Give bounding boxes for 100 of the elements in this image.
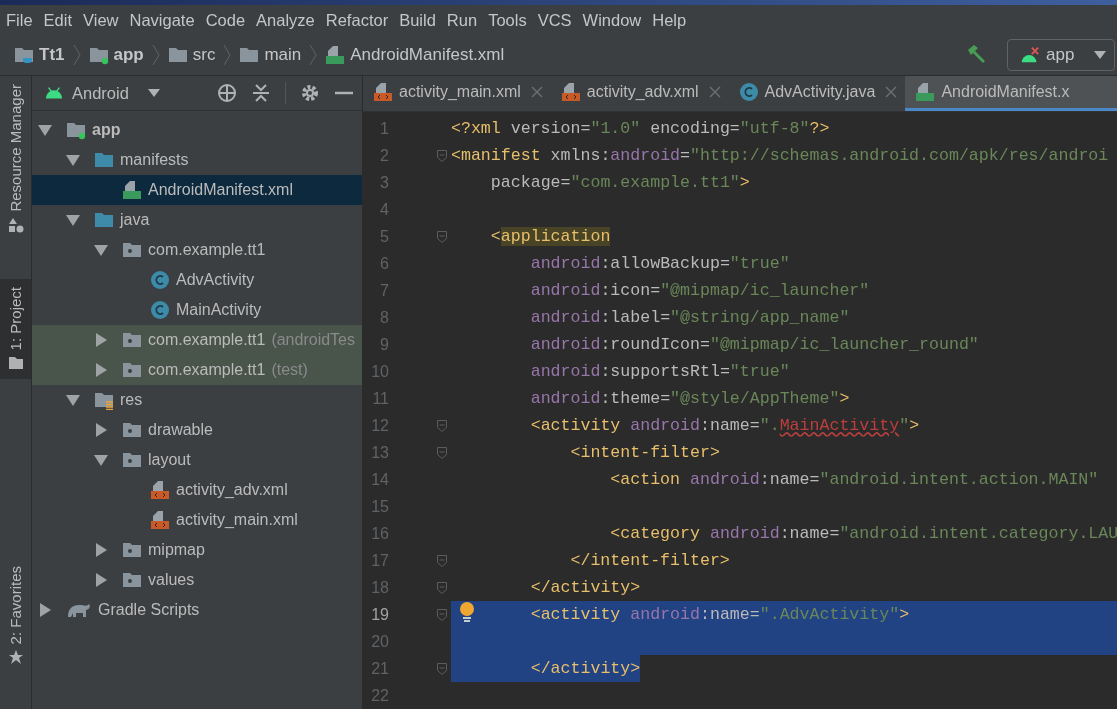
- tree-item[interactable]: Gradle Scripts: [32, 595, 362, 625]
- package-folder-icon: [122, 240, 142, 260]
- tree-item[interactable]: com.example.tt1 (androidTes: [32, 325, 362, 355]
- tree-item-label: res: [120, 391, 143, 409]
- breadcrumb[interactable]: src: [167, 45, 216, 65]
- menu-item[interactable]: Build: [399, 10, 436, 30]
- menu-item[interactable]: File: [6, 10, 33, 30]
- line-number: 13: [370, 443, 389, 462]
- code-line: </activity>: [530, 659, 641, 678]
- menu-item[interactable]: Analyze: [256, 10, 315, 30]
- close-icon[interactable]: [885, 86, 898, 98]
- tool-window-tab[interactable]: 2: Favorites: [0, 557, 31, 673]
- expanded-arrow-icon[interactable]: [66, 153, 80, 167]
- menu-item[interactable]: VCS: [537, 10, 572, 30]
- tree-item[interactable]: drawable: [32, 415, 362, 445]
- code-line: <action android:name="android.intent.action.MAIN": [610, 470, 1099, 489]
- tree-item[interactable]: app: [32, 115, 362, 145]
- tree-item[interactable]: layout: [32, 445, 362, 475]
- collapse-all-icon[interactable]: [251, 83, 271, 103]
- xml-file-icon: [150, 480, 170, 500]
- folder-icon: [7, 354, 24, 371]
- breadcrumb[interactable]: AndroidManifest.xml: [325, 45, 505, 65]
- menu-item[interactable]: Help: [652, 10, 687, 30]
- lightbulb-icon[interactable]: [459, 602, 475, 624]
- fold-marker-icon[interactable]: [437, 230, 447, 243]
- expanded-arrow-icon[interactable]: [66, 393, 80, 407]
- code-line: <application: [490, 227, 611, 246]
- star-icon: [7, 649, 24, 665]
- collapsed-arrow-icon[interactable]: [94, 573, 108, 587]
- fold-marker-icon[interactable]: [437, 662, 447, 675]
- breadcrumb[interactable]: app: [88, 45, 144, 65]
- line-number: 7: [379, 281, 389, 300]
- menu-item[interactable]: Run: [446, 10, 478, 30]
- code-line: android:roundIcon="@mipmap/ic_launcher_round": [530, 335, 979, 354]
- line-number: 2: [379, 146, 389, 165]
- project-folder-icon: [14, 45, 34, 65]
- module-folder-icon: [66, 120, 86, 140]
- expanded-arrow-icon[interactable]: [38, 123, 52, 137]
- tree-item[interactable]: activity_adv.xml: [32, 475, 362, 505]
- menu-item[interactable]: Refactor: [325, 10, 389, 30]
- expanded-arrow-icon[interactable]: [94, 453, 108, 467]
- fold-marker-icon[interactable]: [437, 419, 447, 432]
- tree-item[interactable]: mipmap: [32, 535, 362, 565]
- editor-tab[interactable]: AdvActivity.java: [728, 76, 906, 111]
- code-line: <activity android:name=".AdvActivity">: [530, 605, 910, 624]
- breadcrumb[interactable]: main: [239, 45, 302, 65]
- menu-item[interactable]: Tools: [488, 10, 527, 30]
- breadcrumb[interactable]: Tt1: [14, 45, 65, 65]
- tool-window-tab[interactable]: Resource Manager: [0, 76, 31, 241]
- chevron-icon: [223, 44, 232, 66]
- code-line: <?xml version="1.0" encoding="utf-8"?>: [451, 119, 830, 138]
- line-number: 20: [370, 632, 389, 651]
- menu-item[interactable]: View: [83, 10, 119, 30]
- tree-item[interactable]: manifests: [32, 145, 362, 175]
- tree-item[interactable]: java: [32, 205, 362, 235]
- tree-item[interactable]: com.example.tt1 (test): [32, 355, 362, 385]
- tree-item[interactable]: activity_main.xml: [32, 505, 362, 535]
- code-line: android:supportsRtl="true": [530, 362, 790, 381]
- fold-marker-icon[interactable]: [437, 608, 447, 621]
- tree-item[interactable]: values: [32, 565, 362, 595]
- resource-folder-icon: [94, 390, 114, 410]
- package-folder-icon: [122, 570, 142, 590]
- close-icon[interactable]: [530, 86, 543, 98]
- tree-item-label: java: [120, 211, 150, 229]
- android-error-icon: [1020, 45, 1040, 65]
- line-number: 15: [370, 497, 389, 516]
- collapsed-arrow-icon[interactable]: [94, 423, 108, 437]
- tree-item[interactable]: AndroidManifest.xml: [32, 175, 362, 205]
- expanded-arrow-icon[interactable]: [94, 243, 108, 257]
- manifest-file-icon: [325, 45, 346, 65]
- line-number: 11: [371, 389, 389, 408]
- editor-tab[interactable]: AndroidManifest.x: [905, 76, 1117, 111]
- editor-tab[interactable]: activity_main.xml: [363, 76, 551, 111]
- view-selector[interactable]: Android: [44, 83, 160, 103]
- editor-tab[interactable]: activity_adv.xml: [550, 76, 729, 111]
- tree-item[interactable]: com.example.tt1: [32, 235, 362, 265]
- fold-marker-icon[interactable]: [437, 149, 447, 162]
- expanded-arrow-icon[interactable]: [66, 213, 80, 227]
- collapsed-arrow-icon[interactable]: [94, 333, 108, 347]
- settings-icon[interactable]: [300, 83, 320, 103]
- tree-item[interactable]: MainActivity: [32, 295, 362, 325]
- close-icon[interactable]: [708, 86, 721, 98]
- collapsed-arrow-icon[interactable]: [94, 543, 108, 557]
- menu-item[interactable]: Navigate: [129, 10, 195, 30]
- menu-item[interactable]: Window: [582, 10, 642, 30]
- menu-item[interactable]: Code: [205, 10, 246, 30]
- tree-item[interactable]: res: [32, 385, 362, 415]
- run-configuration-dropdown[interactable]: app: [1007, 39, 1115, 71]
- tree-item-label: com.example.tt1: [148, 331, 266, 349]
- fold-marker-icon[interactable]: [437, 446, 447, 459]
- class-icon: [738, 82, 759, 102]
- tree-item[interactable]: AdvActivity: [32, 265, 362, 295]
- collapsed-arrow-icon[interactable]: [38, 603, 52, 617]
- collapsed-arrow-icon[interactable]: [94, 363, 108, 377]
- locate-icon[interactable]: [217, 83, 237, 103]
- fold-marker-icon[interactable]: [437, 554, 447, 567]
- line-number: 19: [370, 605, 389, 624]
- tool-window-tab[interactable]: 1: Project: [0, 278, 31, 379]
- fold-marker-icon[interactable]: [437, 581, 447, 594]
- menu-item[interactable]: Edit: [43, 10, 73, 30]
